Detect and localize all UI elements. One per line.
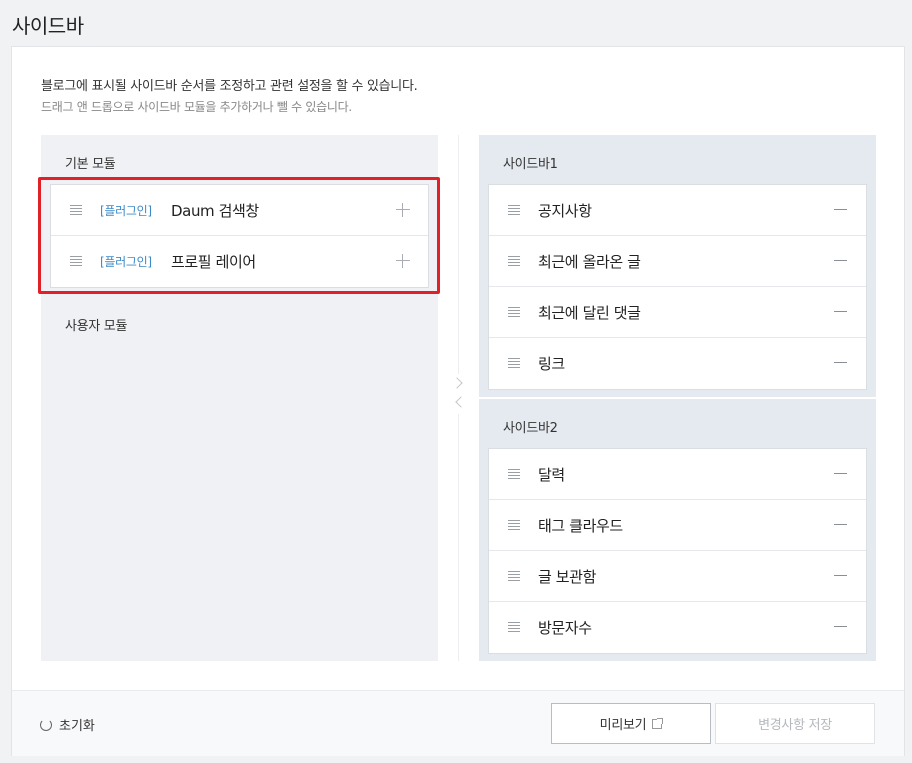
page-title: 사이드바: [12, 14, 84, 38]
minus-icon[interactable]: [834, 209, 847, 210]
drag-handle-icon[interactable]: [508, 358, 520, 368]
minus-icon[interactable]: [834, 524, 847, 525]
drag-handle-icon[interactable]: [508, 520, 520, 530]
minus-icon[interactable]: [834, 575, 847, 576]
sidebar-item-label: 태그 클라우드: [538, 517, 623, 535]
sidebar-item-label: 글 보관함: [538, 568, 596, 586]
sidebar-item-tag-cloud[interactable]: 태그 클라우드: [489, 500, 866, 551]
footer-bar: 초기화 미리보기 변경사항 저장: [12, 690, 904, 756]
sidebar-settings-panel: 블로그에 표시될 사이드바 순서를 조정하고 관련 설정을 할 수 있습니다. …: [11, 46, 905, 756]
preview-label: 미리보기: [599, 718, 647, 733]
chevron-left-icon: [455, 396, 467, 408]
sidebar-item-recent-comments[interactable]: 최근에 달린 댓글: [489, 287, 866, 338]
sidebar-item-visitors[interactable]: 방문자수: [489, 602, 866, 653]
reset-button[interactable]: 초기화: [40, 715, 95, 734]
sidebar-item-calendar[interactable]: 달력: [489, 449, 866, 500]
sidebar-item-links[interactable]: 링크: [489, 338, 866, 389]
sidebar-item-recent-posts[interactable]: 최근에 올라온 글: [489, 236, 866, 287]
sidebar-item-label: 최근에 올라온 글: [538, 253, 641, 271]
basic-modules-title: 기본 모듈: [65, 157, 116, 172]
chevron-right-icon: [451, 377, 463, 389]
highlight-box: [38, 177, 440, 294]
sidebar-item-notice[interactable]: 공지사항: [489, 185, 866, 236]
description-line-1: 블로그에 표시될 사이드바 순서를 조정하고 관련 설정을 할 수 있습니다.: [41, 79, 418, 94]
description-line-2: 드래그 앤 드롭으로 사이드바 모듈을 추가하거나 뺄 수 있습니다.: [41, 100, 352, 114]
drag-handle-icon[interactable]: [508, 256, 520, 266]
drag-handle-icon[interactable]: [508, 205, 520, 215]
sidebar2-list: 달력 태그 클라우드 글 보관함 방문자수: [488, 448, 867, 654]
drag-handle-icon[interactable]: [508, 469, 520, 479]
sidebar1-title: 사이드바1: [503, 157, 558, 172]
minus-icon[interactable]: [834, 626, 847, 627]
sidebar1-area: 사이드바1 공지사항 최근에 올라온 글 최근에 달린 댓글 링크: [479, 135, 876, 397]
drag-handle-icon[interactable]: [508, 571, 520, 581]
minus-icon[interactable]: [834, 260, 847, 261]
sidebar2-area: 사이드바2 달력 태그 클라우드 글 보관함 방문자수: [479, 399, 876, 661]
sidebar2-title: 사이드바2: [503, 421, 558, 436]
external-link-icon: [652, 717, 664, 729]
save-label: 변경사항 저장: [758, 718, 832, 733]
sidebar-item-archive[interactable]: 글 보관함: [489, 551, 866, 602]
sidebar1-list: 공지사항 최근에 올라온 글 최근에 달린 댓글 링크: [488, 184, 867, 390]
drag-handle-icon[interactable]: [508, 307, 520, 317]
preview-button[interactable]: 미리보기: [551, 703, 711, 744]
user-modules-title: 사용자 모듈: [65, 319, 128, 334]
refresh-icon: [40, 718, 52, 731]
minus-icon[interactable]: [834, 362, 847, 363]
sidebar-item-label: 링크: [538, 355, 565, 373]
minus-icon[interactable]: [834, 311, 847, 312]
sidebar-item-label: 최근에 달린 댓글: [538, 304, 641, 322]
save-changes-button[interactable]: 변경사항 저장: [715, 703, 875, 744]
drag-handle-icon[interactable]: [508, 622, 520, 632]
sidebar-item-label: 달력: [538, 466, 565, 484]
sidebar-item-label: 방문자수: [538, 619, 592, 637]
reset-label: 초기화: [59, 719, 95, 734]
sidebar-item-label: 공지사항: [538, 202, 592, 220]
minus-icon[interactable]: [834, 473, 847, 474]
move-arrows: [451, 374, 467, 414]
